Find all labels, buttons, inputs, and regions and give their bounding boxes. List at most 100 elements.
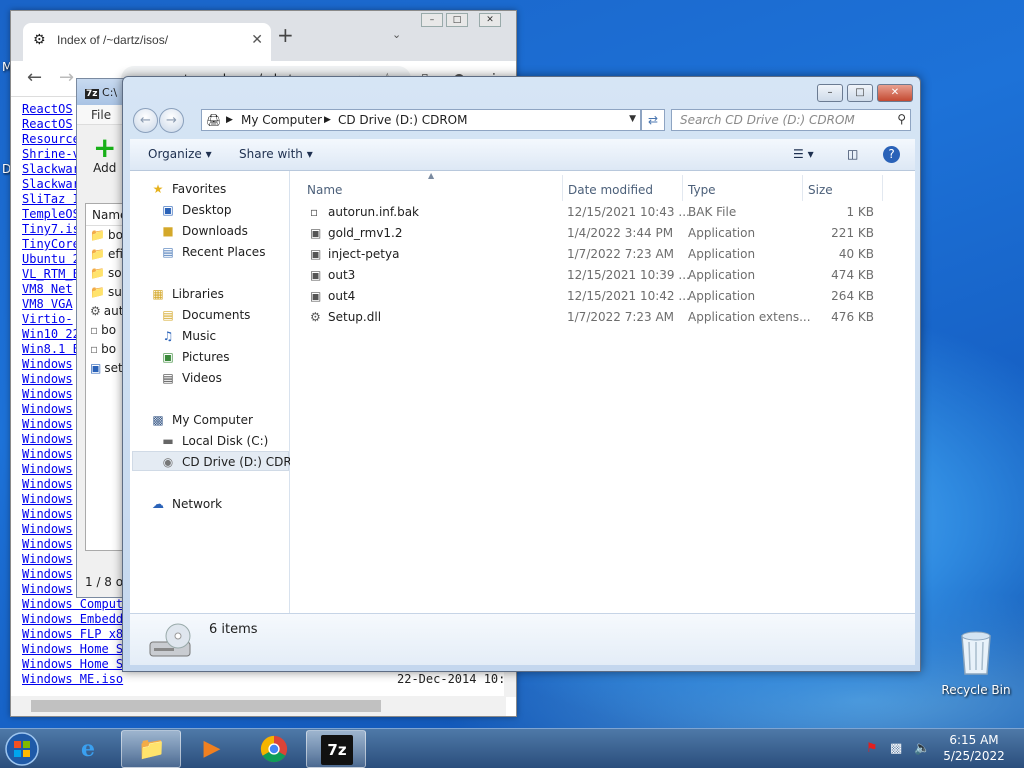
breadcrumb-cd-drive[interactable]: CD Drive (D:) CDROM bbox=[338, 113, 467, 127]
column-header-size[interactable]: Size bbox=[808, 183, 833, 197]
file-link[interactable]: Windows bbox=[22, 477, 73, 491]
nav-favorites[interactable]: ★ Favorites bbox=[150, 179, 227, 199]
column-separator[interactable] bbox=[802, 175, 803, 201]
taskbar-chrome-button[interactable] bbox=[244, 730, 304, 768]
nav-recent-places[interactable]: ▤ Recent Places bbox=[160, 242, 265, 262]
nav-music[interactable]: ♫ Music bbox=[160, 326, 217, 346]
file-link[interactable]: Windows bbox=[22, 402, 73, 416]
help-icon[interactable]: ? bbox=[883, 146, 900, 163]
tab-close-icon[interactable]: ✕ bbox=[251, 32, 263, 48]
taskbar-explorer-button[interactable]: 📁 bbox=[121, 730, 181, 768]
crumb-arrow-icon[interactable]: ▶ bbox=[226, 115, 233, 125]
explorer-address-bar[interactable]: 🖨 ▶ My Computer ▶ CD Drive (D:) CDROM ▼ bbox=[201, 109, 641, 131]
volume-icon[interactable]: 🔈 bbox=[914, 741, 930, 756]
file-link[interactable]: Windows bbox=[22, 507, 73, 521]
back-button[interactable]: ← bbox=[133, 108, 158, 133]
file-row[interactable]: ⚙ Setup.dll 1/7/2022 7:23 AM Application ex… bbox=[290, 307, 915, 328]
nav-network[interactable]: ☁ Network bbox=[150, 494, 222, 514]
file-link[interactable]: Windows FLP x8 bbox=[22, 627, 123, 641]
chrome-tab[interactable]: ⚙ Index of /~dartz/isos/ ✕ bbox=[23, 23, 271, 61]
file-link[interactable]: Windows Home S bbox=[22, 642, 123, 656]
file-link[interactable]: Windows Embedd bbox=[22, 612, 123, 626]
nav-cd-drive[interactable]: ◉ CD Drive (D:) CDROM bbox=[132, 451, 311, 471]
column-header-name[interactable]: Name bbox=[307, 183, 342, 197]
file-link[interactable]: Windows bbox=[22, 567, 73, 581]
new-tab-icon[interactable]: + bbox=[277, 25, 294, 45]
file-link[interactable]: VM8 VGA bbox=[22, 297, 73, 311]
explorer-maximize-button[interactable]: □ bbox=[847, 84, 873, 102]
minimize-button[interactable]: – bbox=[421, 13, 443, 27]
file-link[interactable]: Ubuntu 2 bbox=[22, 252, 80, 266]
explorer-close-button[interactable]: ✕ bbox=[877, 84, 913, 102]
file-link[interactable]: Slackwar bbox=[22, 177, 80, 191]
recycle-bin-shortcut[interactable]: Recycle Bin bbox=[940, 628, 1012, 697]
nav-desktop[interactable]: ▣ Desktop bbox=[160, 200, 231, 220]
column-header-type[interactable]: Type bbox=[688, 183, 716, 197]
crumb-arrow-icon[interactable]: ▶ bbox=[324, 115, 331, 125]
back-arrow-icon[interactable]: ← bbox=[27, 69, 42, 87]
file-link[interactable]: VL_RTM_E bbox=[22, 267, 80, 281]
breadcrumb-my-computer[interactable]: My Computer bbox=[241, 113, 322, 127]
search-icon[interactable]: ⚲ bbox=[897, 112, 906, 126]
maximize-button[interactable]: □ bbox=[446, 13, 468, 27]
nav-videos[interactable]: ▤ Videos bbox=[160, 368, 222, 388]
file-link[interactable]: Windows bbox=[22, 357, 73, 371]
preview-pane-icon[interactable]: ◫ bbox=[847, 147, 858, 161]
file-link[interactable]: Windows ME.iso bbox=[22, 672, 123, 686]
tab-search-chevron-icon[interactable]: ⌄ bbox=[392, 28, 401, 41]
share-with-button[interactable]: Share with ▾ bbox=[239, 147, 313, 161]
refresh-icon[interactable]: ⇄ bbox=[641, 109, 665, 131]
horizontal-scrollbar[interactable] bbox=[11, 696, 506, 716]
taskbar-7zip-button[interactable]: 7z bbox=[306, 730, 366, 768]
scrollbar-thumb[interactable] bbox=[31, 700, 381, 712]
file-row[interactable]: ▣ gold_rmv1.2 1/4/2022 3:44 PM Application 2… bbox=[290, 223, 915, 244]
action-center-flag-icon[interactable]: ⚑ bbox=[866, 741, 878, 756]
file-link[interactable]: Resource bbox=[22, 132, 80, 146]
file-link[interactable]: Windows bbox=[22, 537, 73, 551]
nav-my-computer[interactable]: ▩ My Computer bbox=[150, 410, 253, 430]
column-separator[interactable] bbox=[682, 175, 683, 201]
file-row[interactable]: ▣ out3 12/15/2021 10:39 ... Application 474 … bbox=[290, 265, 915, 286]
taskbar-media-player-button[interactable]: ▶ bbox=[182, 730, 242, 768]
file-link[interactable]: TinyCore bbox=[22, 237, 80, 251]
file-link[interactable]: Windows bbox=[22, 492, 73, 506]
file-link[interactable]: Windows bbox=[22, 522, 73, 536]
file-link[interactable]: Windows bbox=[22, 387, 73, 401]
file-link[interactable]: Windows bbox=[22, 462, 73, 476]
file-link[interactable]: Windows bbox=[22, 417, 73, 431]
file-link[interactable]: ReactOS bbox=[22, 102, 73, 116]
forward-button[interactable]: → bbox=[159, 108, 184, 133]
file-link[interactable]: Slackwar bbox=[22, 162, 80, 176]
column-separator[interactable] bbox=[882, 175, 883, 201]
file-link[interactable]: SliTaz I bbox=[22, 192, 80, 206]
nav-downloads[interactable]: ■ Downloads bbox=[160, 221, 248, 241]
address-dropdown-icon[interactable]: ▼ bbox=[629, 114, 636, 124]
search-input[interactable]: Search CD Drive (D:) CDROM ⚲ bbox=[671, 109, 911, 131]
start-button[interactable] bbox=[2, 730, 52, 768]
file-link[interactable]: Windows bbox=[22, 582, 73, 596]
file-row[interactable]: ▣ out4 12/15/2021 10:42 ... Application 264 … bbox=[290, 286, 915, 307]
nav-documents[interactable]: ▤ Documents bbox=[160, 305, 250, 325]
file-row[interactable]: ▫ autorun.inf.bak 12/15/2021 10:43 ... BAK … bbox=[290, 202, 915, 223]
nav-pictures[interactable]: ▣ Pictures bbox=[160, 347, 229, 367]
explorer-minimize-button[interactable]: – bbox=[817, 84, 843, 102]
nav-libraries[interactable]: ▦ Libraries bbox=[150, 284, 224, 304]
view-options-icon[interactable]: ☰ ▾ bbox=[793, 147, 814, 161]
file-link[interactable]: VM8 Net bbox=[22, 282, 73, 296]
network-tray-icon[interactable]: ▩ bbox=[890, 741, 902, 756]
file-link[interactable]: Windows bbox=[22, 552, 73, 566]
file-row[interactable]: ▣ inject-petya 1/7/2022 7:23 AM Application… bbox=[290, 244, 915, 265]
file-link[interactable]: Windows Comput bbox=[22, 597, 123, 611]
nav-local-disk[interactable]: ▬ Local Disk (C:) bbox=[160, 431, 268, 451]
file-link[interactable]: Windows bbox=[22, 432, 73, 446]
file-link[interactable]: Shrine-v bbox=[22, 147, 80, 161]
file-link[interactable]: Win8.1 E bbox=[22, 342, 80, 356]
file-link[interactable]: Windows bbox=[22, 447, 73, 461]
close-button[interactable]: ✕ bbox=[479, 13, 501, 27]
file-link[interactable]: Virtio- bbox=[22, 312, 73, 326]
file-link[interactable]: Tiny7.is bbox=[22, 222, 80, 236]
menu-file[interactable]: File bbox=[91, 108, 111, 122]
column-header-date[interactable]: Date modified bbox=[568, 183, 653, 197]
forward-arrow-icon[interactable]: → bbox=[59, 69, 74, 87]
file-link[interactable]: ReactOS bbox=[22, 117, 73, 131]
